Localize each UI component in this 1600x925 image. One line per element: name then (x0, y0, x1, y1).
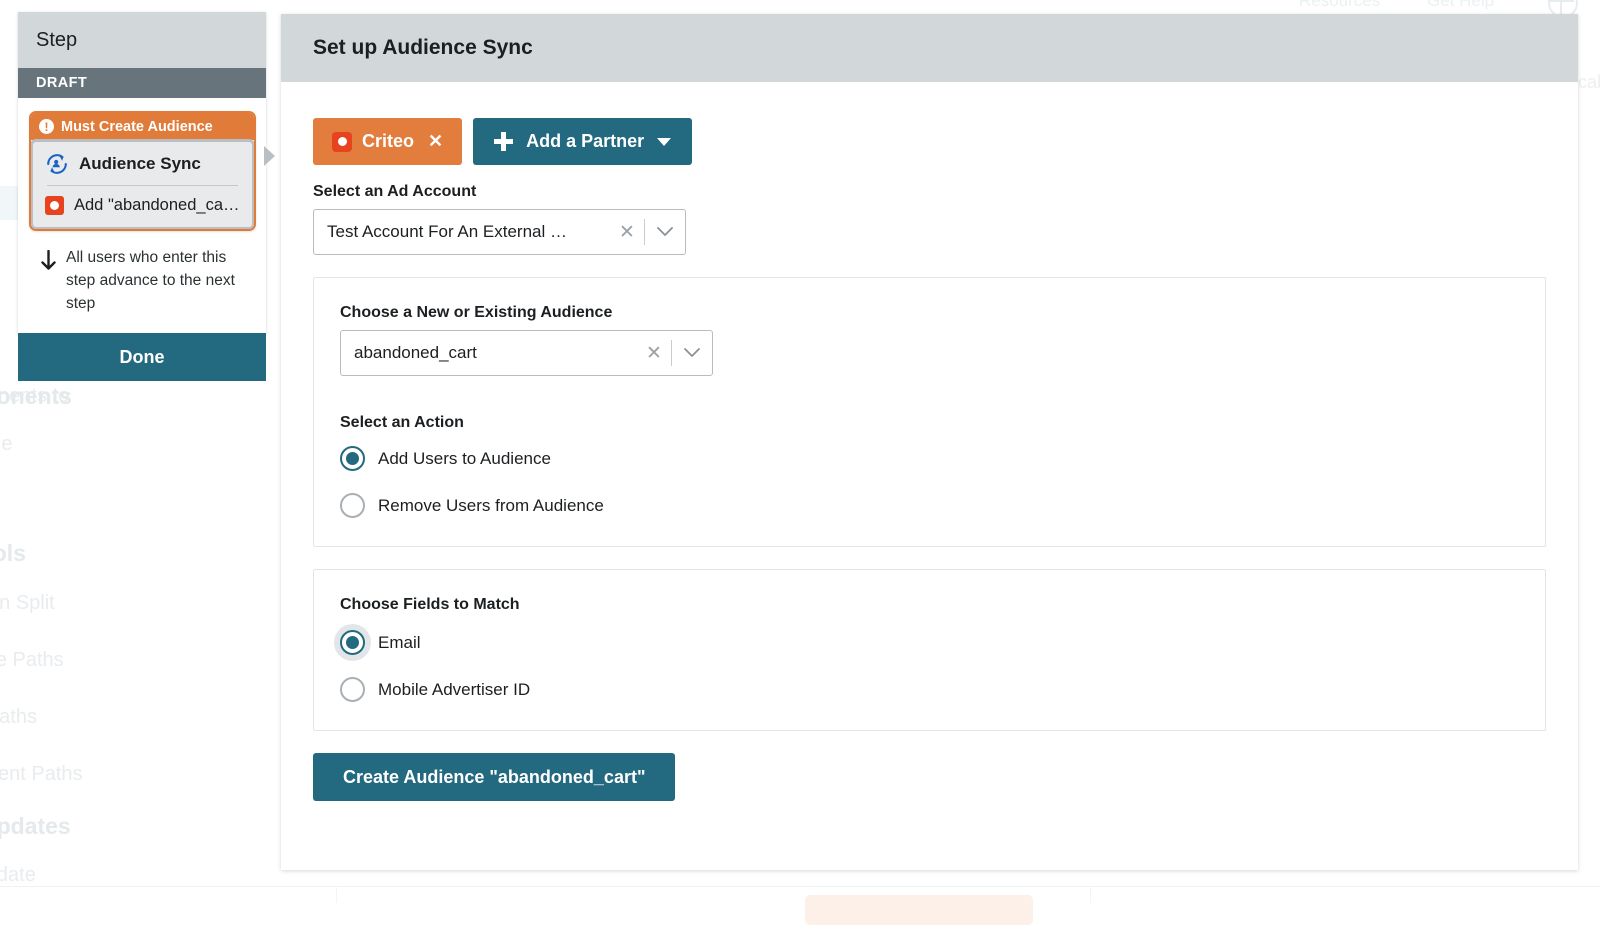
step-node[interactable]: ! Must Create Audience (29, 111, 256, 231)
radio-focus-ring (334, 624, 371, 661)
add-partner-button[interactable]: Add a Partner (473, 118, 692, 165)
status-badge: DRAFT (36, 75, 87, 91)
bg-sidebar-item: ecision Split (0, 592, 55, 615)
step-card-title: Step (36, 29, 77, 52)
ad-account-value: Test Account For An External … (314, 222, 610, 242)
ad-account-chevron-down-icon[interactable] (645, 227, 685, 237)
bg-divider (336, 886, 337, 903)
bg-nav-get-help: Get Help (1427, 0, 1494, 11)
bg-sidebar-item: periment Paths (0, 763, 83, 786)
step-node-action-row: Add "abandoned_ca… (45, 196, 240, 215)
step-node-wrapper: ! Must Create Audience (18, 98, 266, 231)
create-audience-button[interactable]: Create Audience "abandoned_cart" (313, 753, 675, 801)
chevron-down-icon (657, 138, 671, 146)
bg-nav-resources: Resources (1299, 0, 1380, 11)
step-node-body: Audience Sync Add "abandoned_ca… (30, 139, 255, 230)
radio-indicator (340, 493, 365, 518)
add-partner-label: Add a Partner (526, 131, 644, 152)
bg-divider (0, 886, 1600, 887)
bg-sidebar-item: omponents (0, 383, 72, 410)
step-node-title: Audience Sync (79, 154, 201, 174)
step-node-warning-label: Must Create Audience (61, 119, 213, 135)
warning-icon: ! (39, 119, 54, 134)
audience-chevron-down-icon[interactable] (672, 348, 712, 358)
radio-add-users-to-audience[interactable]: Add Users to Audience (340, 446, 1519, 471)
radio-indicator (340, 677, 365, 702)
create-audience-label: Create Audience "abandoned_cart" (343, 767, 645, 788)
radio-label: Add Users to Audience (378, 449, 551, 469)
radio-label: Mobile Advertiser ID (378, 680, 530, 700)
audience-select[interactable]: abandoned_cart ✕ (340, 330, 713, 376)
done-button-label: Done (120, 347, 165, 368)
step-advance-note: All users who enter this step advance to… (18, 231, 266, 334)
done-button[interactable]: Done (18, 333, 266, 381)
step-node-title-row: Audience Sync (45, 152, 240, 176)
ad-account-label: Select an Ad Account (313, 183, 1546, 201)
modal-title: Set up Audience Sync (313, 36, 533, 60)
back-chevron-icon: ‹ (5, 0, 11, 17)
remove-partner-icon[interactable]: ✕ (428, 131, 443, 152)
audience-sync-icon (45, 152, 69, 176)
bg-sidebar-item: ontrols (0, 540, 26, 567)
bg-divider (1090, 886, 1091, 903)
partner-chip-label: Criteo (362, 131, 414, 152)
audience-label: Choose a New or Existing Audience (340, 304, 1519, 322)
arrow-down-icon (40, 250, 57, 277)
bg-warning-pill (805, 895, 1033, 925)
bg-sidebar-item: er Update (0, 864, 36, 887)
modal-header: Set up Audience Sync (281, 14, 1578, 82)
bg-sidebar-item: omponents to (0, 385, 69, 408)
audience-config-card: Choose a New or Existing Audience abando… (313, 277, 1546, 547)
step-node-warning-banner: ! Must Create Audience (31, 113, 254, 140)
step-status-bar: DRAFT (18, 68, 266, 98)
radio-label: Remove Users from Audience (378, 496, 604, 516)
ad-account-clear-icon[interactable]: ✕ (610, 221, 644, 244)
criteo-icon (45, 196, 64, 215)
audience-sync-modal: Set up Audience Sync Criteo ✕ Add a Part… (281, 14, 1578, 870)
step-node-action-label: Add "abandoned_ca… (74, 196, 240, 215)
step-card-header: Step (18, 12, 266, 68)
radio-label: Email (378, 633, 421, 653)
step-advance-text: All users who enter this step advance to… (66, 247, 250, 316)
radio-indicator (340, 630, 365, 655)
radio-indicator (340, 446, 365, 471)
bg-sidebar-item: dience Paths (0, 649, 64, 672)
bg-sidebar-item: ce Updates (0, 813, 71, 840)
criteo-icon (332, 132, 352, 152)
step-card: Step DRAFT ! Must Create Audience (18, 12, 266, 334)
ad-account-select[interactable]: Test Account For An External … ✕ (313, 209, 686, 255)
partner-chip-criteo[interactable]: Criteo ✕ (313, 118, 462, 165)
plus-icon (494, 132, 513, 151)
radio-mobile-advertiser-id[interactable]: Mobile Advertiser ID (340, 677, 1519, 702)
modal-body: Criteo ✕ Add a Partner Select an Ad Acco… (281, 82, 1578, 801)
radio-email[interactable]: Email (340, 630, 1519, 655)
audience-clear-icon[interactable]: ✕ (637, 342, 671, 365)
radio-remove-users-from-audience[interactable]: Remove Users from Audience (340, 493, 1519, 518)
bg-sidebar-item: tion Paths (0, 706, 37, 729)
step-node-arrow-icon (264, 146, 275, 166)
step-node-divider (47, 185, 238, 186)
audience-value: abandoned_cart (341, 343, 637, 363)
bg-right-label: cal (1578, 72, 1600, 93)
fields-to-match-card: Choose Fields to Match Email Mobile Adve… (313, 569, 1546, 731)
action-label: Select an Action (340, 414, 1519, 432)
fields-to-match-label: Choose Fields to Match (340, 596, 1519, 614)
partner-row: Criteo ✕ Add a Partner (313, 118, 1546, 165)
bg-sidebar-item: essage (0, 433, 13, 456)
